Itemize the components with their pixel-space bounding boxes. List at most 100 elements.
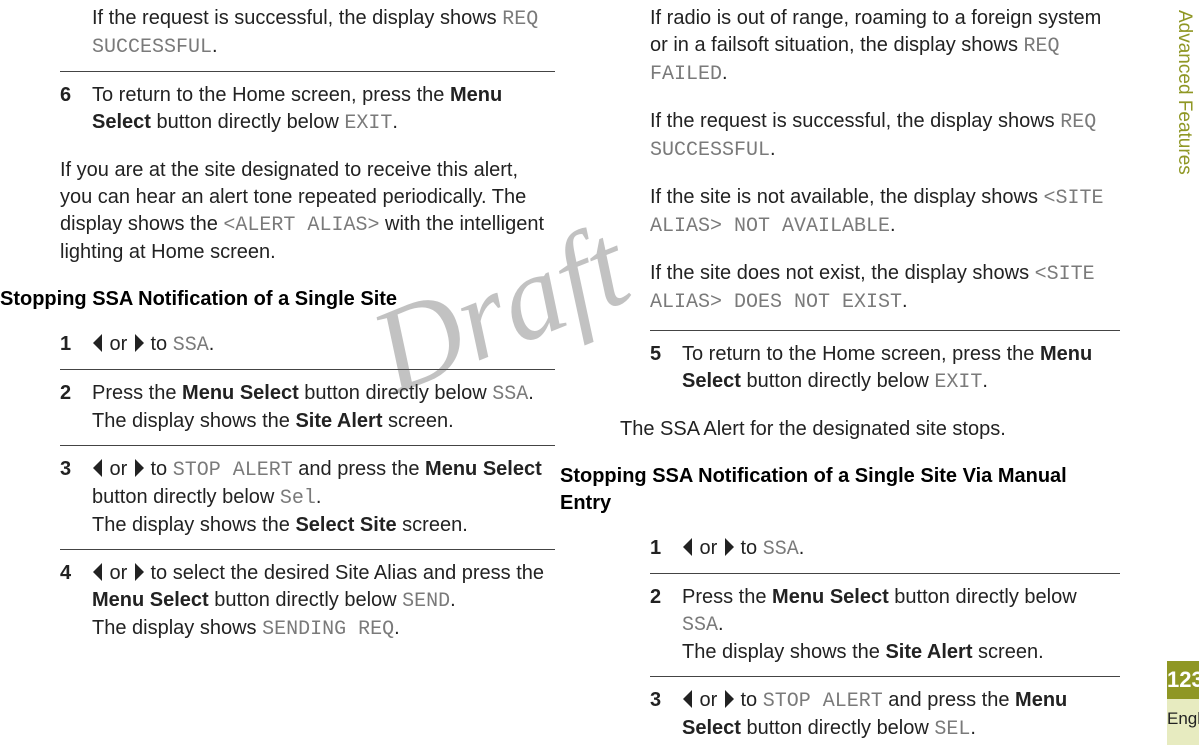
text: or	[694, 689, 723, 711]
code-text: SSA	[763, 538, 799, 561]
step-body: or to STOP ALERT and press the Menu Sele…	[682, 687, 1120, 743]
right-arrow-icon	[133, 459, 145, 477]
text: The display shows the	[92, 410, 295, 432]
heading-stop-single-site: Stopping SSA Notification of a Single Si…	[0, 276, 555, 321]
text: button directly below	[92, 486, 280, 508]
bold-text: Menu Select	[92, 589, 209, 611]
bold-text: Menu Select	[772, 586, 889, 608]
text: button directly below	[889, 586, 1077, 608]
paragraph-does-not-exist: If the site does not exist, the display …	[650, 250, 1120, 331]
code-text: EXIT	[934, 371, 982, 394]
text: to select the desired Site Alias and pre…	[145, 562, 544, 584]
code-text: STOP ALERT	[173, 459, 293, 482]
code-text: SSA	[173, 334, 209, 357]
text: .	[799, 537, 805, 559]
paragraph-req-failed: If radio is out of range, roaming to a f…	[650, 5, 1120, 98]
step-number: 5	[650, 341, 682, 396]
text: or	[104, 333, 133, 355]
paragraph-not-available: If the site is not available, the displa…	[650, 174, 1120, 250]
text: .	[212, 35, 218, 57]
right-arrow-icon	[723, 538, 735, 556]
text: If the request is successful, the displa…	[650, 110, 1060, 132]
step-1: 1 or to SSA.	[60, 321, 555, 370]
step-body: To return to the Home screen, press the …	[92, 82, 555, 137]
text: to	[735, 689, 763, 711]
language-label: English	[1167, 699, 1199, 745]
step-number: 2	[60, 380, 92, 435]
text: screen.	[397, 514, 468, 536]
text: If the request is successful, the displa…	[92, 7, 502, 29]
text: The display shows the	[682, 641, 885, 663]
page: If the request is successful, the displa…	[0, 0, 1199, 749]
code-text: SSA	[682, 614, 718, 637]
step-6: 6 To return to the Home screen, press th…	[60, 72, 555, 147]
paragraph-alert-alias: If you are at the site designated to rec…	[60, 147, 555, 276]
code-text: STOP ALERT	[763, 690, 883, 713]
step-spacer	[60, 5, 92, 61]
step-2: 2 Press the Menu Select button directly …	[60, 370, 555, 446]
tab-spacer	[1167, 181, 1199, 661]
text: If the site is not available, the displa…	[650, 186, 1044, 208]
column-left: If the request is successful, the displa…	[0, 5, 565, 744]
paragraph-req-successful: If the request is successful, the displa…	[650, 98, 1120, 174]
text: Press the	[682, 586, 772, 608]
code-text: Sel	[280, 487, 316, 510]
text: .	[982, 370, 988, 392]
heading-stop-manual-entry: Stopping SSA Notification of a Single Si…	[560, 453, 1120, 525]
code-text: SENDING REQ	[262, 618, 394, 641]
code-text: SEL	[934, 718, 970, 741]
bold-text: Site Alert	[885, 641, 972, 663]
text: Press the	[92, 382, 182, 404]
step-number: 6	[60, 82, 92, 137]
column-right: If radio is out of range, roaming to a f…	[565, 5, 1130, 744]
text: or	[104, 458, 133, 480]
step-number: 1	[650, 535, 682, 563]
text: .	[722, 62, 728, 84]
text: button directly below	[209, 589, 402, 611]
right-arrow-icon	[133, 334, 145, 352]
step-r2: 2 Press the Menu Select button directly …	[650, 574, 1120, 677]
step-number: 4	[60, 560, 92, 643]
text: If the site does not exist, the display …	[650, 262, 1035, 284]
text: and press the	[293, 458, 425, 480]
left-arrow-icon	[92, 459, 104, 477]
text: .	[316, 486, 322, 508]
text: The display shows the	[92, 514, 295, 536]
code-text: SEND	[402, 590, 450, 613]
left-arrow-icon	[682, 538, 694, 556]
left-arrow-icon	[682, 690, 694, 708]
side-tab: Advanced Features 123 English	[1167, 4, 1199, 745]
text: screen.	[973, 641, 1044, 663]
text: .	[890, 214, 896, 236]
step-4: 4 or to select the desired Site Alias an…	[60, 550, 555, 653]
bold-text: Menu Select	[182, 382, 299, 404]
text: .	[209, 333, 215, 355]
text: to	[145, 458, 173, 480]
text: .	[770, 138, 776, 160]
code-text: EXIT	[344, 112, 392, 135]
text: and press the	[883, 689, 1015, 711]
text: .	[528, 382, 534, 404]
step-number: 1	[60, 331, 92, 359]
step-r3: 3 or to STOP ALERT and press the Menu Se…	[650, 677, 1120, 753]
step-number: 2	[650, 584, 682, 666]
step-5: 5 To return to the Home screen, press th…	[650, 331, 1120, 406]
left-arrow-icon	[92, 563, 104, 581]
text: .	[450, 589, 456, 611]
step-body: Press the Menu Select button directly be…	[682, 584, 1120, 666]
text: or	[694, 537, 723, 559]
paragraph-alert-stops: The SSA Alert for the designated site st…	[620, 406, 1120, 453]
page-number: 123	[1167, 661, 1199, 699]
left-arrow-icon	[92, 334, 104, 352]
right-arrow-icon	[133, 563, 145, 581]
step-body: or to select the desired Site Alias and …	[92, 560, 555, 643]
text: .	[394, 617, 400, 639]
right-arrow-icon	[723, 690, 735, 708]
text: or	[104, 562, 133, 584]
text: To return to the Home screen, press the	[682, 343, 1040, 365]
step-number: 3	[60, 456, 92, 539]
text: to	[145, 333, 173, 355]
text: .	[970, 717, 976, 739]
step-body: or to STOP ALERT and press the Menu Sele…	[92, 456, 555, 539]
step-body: or to SSA.	[92, 331, 555, 359]
